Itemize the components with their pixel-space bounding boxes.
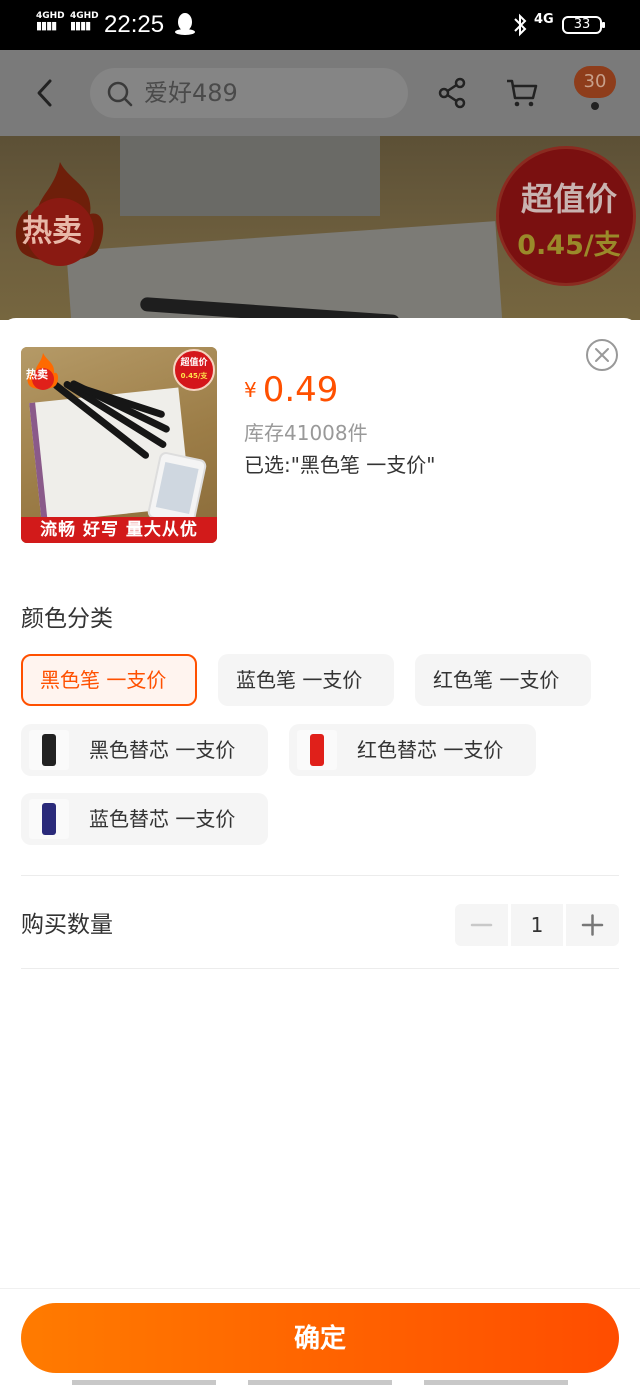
thumbnail-price-title: 超值价	[180, 358, 208, 368]
confirm-button[interactable]: 确定	[21, 1303, 619, 1373]
color-option-blue-refill[interactable]: 蓝色替芯 一支价	[21, 793, 268, 845]
option-label: 黑色替芯 一支价	[89, 738, 236, 762]
color-option-black-refill[interactable]: 黑色替芯 一支价	[21, 724, 268, 776]
battery-icon: 33	[562, 16, 605, 34]
price-value: 0.49	[262, 370, 339, 410]
divider	[21, 968, 619, 969]
thumbnail-caption: 流畅 好写 量大从优	[21, 517, 217, 543]
color-section-title: 颜色分类	[21, 606, 113, 632]
color-option-red-pen[interactable]: 红色笔 一支价	[415, 654, 591, 706]
sku-selector-sheet: 热卖 超值价 0.45/支 流畅 好写 量大从优 ¥0.49 库存41008件 …	[0, 318, 640, 1386]
menu-badge[interactable]: 30	[574, 66, 616, 98]
quantity-input[interactable]: 1	[511, 904, 563, 946]
color-option-black-pen[interactable]: 黑色笔 一支价	[21, 654, 197, 706]
qq-icon	[175, 13, 195, 35]
bluetooth-icon	[514, 13, 527, 37]
hot-label: 热卖	[22, 214, 82, 249]
battery-level: 33	[573, 17, 591, 32]
selected-sku: 已选:"黑色笔 一支价"	[244, 453, 436, 477]
product-banner: 热卖 超值价 0.45/支	[0, 136, 640, 320]
color-option-blue-pen[interactable]: 蓝色笔 一支价	[218, 654, 394, 706]
thumbnail-hot-label: 热卖	[26, 368, 48, 381]
option-label: 红色替芯 一支价	[357, 738, 504, 762]
search-bar[interactable]: 爱好489	[90, 68, 408, 118]
sim1-signal-icon: 4GHD ▮▮▮▮	[36, 11, 65, 32]
search-text: 爱好489	[144, 79, 238, 107]
quantity-label: 购买数量	[21, 912, 113, 938]
quantity-decrease-button[interactable]	[455, 904, 508, 946]
thumbnail-price-badge: 超值价 0.45/支	[173, 349, 215, 391]
option-thumbnail	[29, 799, 69, 839]
price-badge: 超值价 0.45/支	[496, 146, 636, 286]
option-thumbnail	[29, 730, 69, 770]
option-thumbnail	[297, 730, 337, 770]
banner-photo-frame	[120, 136, 380, 216]
divider	[21, 875, 619, 876]
close-icon[interactable]	[585, 338, 619, 372]
sku-price: ¥0.49	[244, 370, 338, 410]
thumbnail-price-value: 0.45/支	[180, 372, 208, 380]
refill-blue	[42, 803, 56, 835]
refill-black	[42, 734, 56, 766]
quantity-increase-button[interactable]	[566, 904, 619, 946]
color-option-red-refill[interactable]: 红色替芯 一支价	[289, 724, 536, 776]
status-bar: 4GHD ▮▮▮▮ 4GHD ▮▮▮▮ 22:25 4G 33	[0, 0, 640, 50]
refill-red	[310, 734, 324, 766]
price-badge-value: 0.45/支	[517, 230, 621, 261]
option-label: 蓝色笔 一支价	[236, 668, 363, 692]
sim2-signal-icon: 4GHD ▮▮▮▮	[70, 11, 99, 32]
option-label: 蓝色替芯 一支价	[89, 807, 236, 831]
option-label: 黑色笔 一支价	[40, 668, 167, 692]
price-badge-title: 超值价	[520, 180, 617, 218]
minus-icon	[470, 923, 493, 927]
option-label: 红色笔 一支价	[433, 668, 560, 692]
bottom-action-bar: 确定	[0, 1288, 640, 1386]
share-icon[interactable]	[436, 76, 468, 110]
currency-symbol: ¥	[244, 378, 257, 402]
cart-icon[interactable]	[504, 74, 540, 110]
product-thumbnail[interactable]: 热卖 超值价 0.45/支 流畅 好写 量大从优	[21, 347, 217, 543]
plus-icon	[581, 914, 604, 936]
top-header: 爱好489 30	[0, 50, 640, 136]
status-time: 22:25	[104, 11, 165, 38]
network-type: 4G	[534, 12, 554, 27]
nav-indicator	[248, 1380, 392, 1385]
nav-indicator	[72, 1380, 216, 1385]
stock-count: 库存41008件	[244, 421, 368, 445]
search-icon	[107, 81, 133, 107]
nav-indicator	[424, 1380, 568, 1385]
back-icon[interactable]	[30, 76, 60, 110]
more-icon[interactable]	[591, 102, 599, 110]
